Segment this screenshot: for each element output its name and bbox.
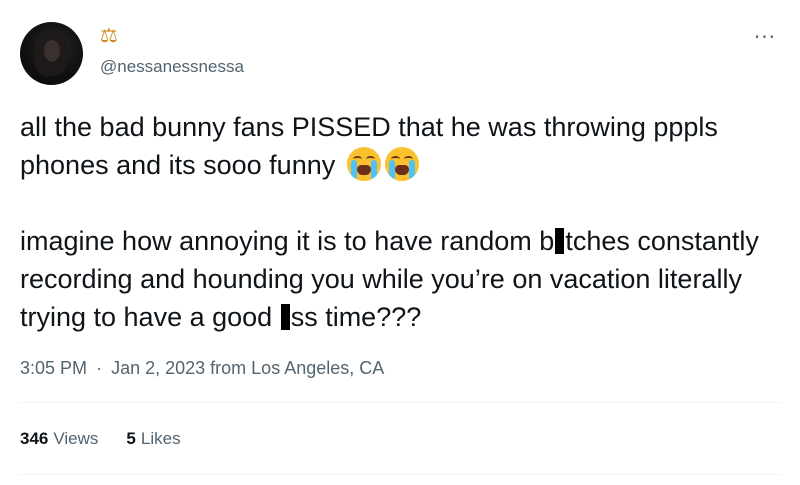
user-handle[interactable]: @nessanessnessa	[100, 57, 244, 77]
meta-separator: ·	[96, 358, 103, 378]
tweet-text-part: imagine how annoying it is to have rando…	[20, 226, 555, 256]
tweet-card: ⚖ @nessanessnessa ··· all the bad bunny …	[0, 0, 800, 485]
tweet-text-part: ss time???	[290, 302, 422, 332]
likes-label: Likes	[140, 429, 181, 448]
more-options-icon[interactable]: ···	[754, 27, 776, 47]
avatar-face	[44, 40, 60, 62]
tweet-date[interactable]: Jan 2, 2023	[111, 358, 205, 378]
likes-stat[interactable]: 5 Likes	[126, 428, 180, 450]
likes-count: 5	[126, 429, 136, 448]
avatar[interactable]	[20, 22, 83, 85]
loudly-crying-face-emoji-icon	[384, 147, 419, 181]
censor-bar	[555, 228, 565, 254]
views-stat[interactable]: 346 Views	[20, 428, 98, 450]
censor-bar	[280, 304, 290, 330]
tweet-text: all the bad bunny fans PISSED that he wa…	[20, 108, 780, 336]
tweet-time[interactable]: 3:05 PM	[20, 358, 87, 378]
tweet-paragraph-1: all the bad bunny fans PISSED that he wa…	[20, 108, 780, 184]
loudly-crying-face-emoji-icon	[346, 147, 381, 181]
divider	[20, 474, 780, 475]
divider	[20, 402, 780, 403]
views-count: 346	[20, 429, 49, 448]
display-name[interactable]: ⚖	[100, 24, 118, 46]
engagement-stats: 346 Views 5 Likes	[20, 428, 181, 450]
tweet-meta: 3:05 PM · Jan 2, 2023 from Los Angeles, …	[20, 357, 384, 379]
views-label: Views	[53, 429, 99, 448]
tweet-location: from Los Angeles, CA	[210, 358, 385, 378]
scales-icon: ⚖	[100, 23, 118, 47]
tweet-paragraph-2: imagine how annoying it is to have rando…	[20, 222, 780, 336]
